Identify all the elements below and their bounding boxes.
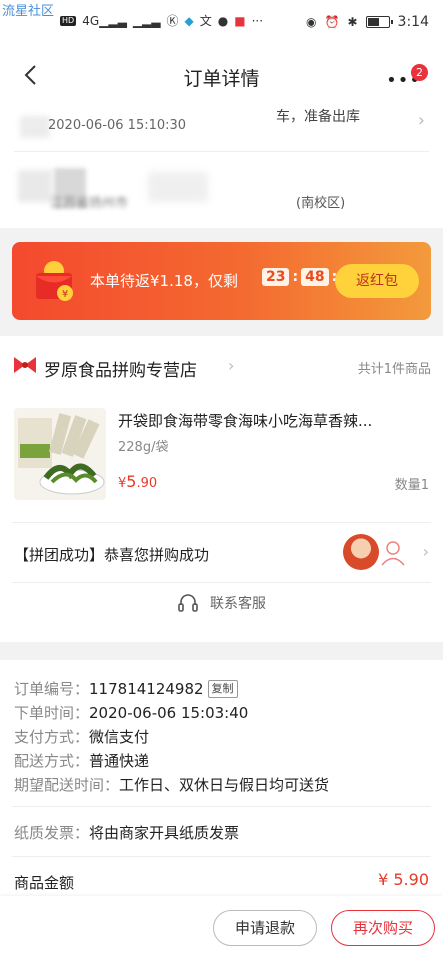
invoice-row: 纸质发票：将由商家开具纸质发票 <box>14 822 239 843</box>
amount-label: 商品金额 <box>14 874 75 892</box>
amount-value: ¥ 5.90 <box>378 870 429 889</box>
eye-icon: ◉ <box>306 15 317 29</box>
more-dots-icon: ··· <box>251 14 264 28</box>
order-time-label: 下单时间： <box>14 704 90 722</box>
shop-header[interactable]: 罗原食品拼购专营店 › 共计1件商品 <box>12 348 431 388</box>
contact-support-label: 联系客服 <box>210 596 267 612</box>
battery-icon <box>365 16 393 28</box>
rebuy-button[interactable]: 再次购买 <box>331 910 435 946</box>
status-time: 3:14 <box>397 14 429 30</box>
chevron-right-icon: › <box>417 110 425 131</box>
divider <box>12 806 431 807</box>
invoice-value: 将由商家开具纸质发票 <box>89 824 240 842</box>
red-envelope-icon: ¥ <box>36 261 73 301</box>
signal-icon: ▁▂▃ <box>132 14 161 28</box>
app-icon: ■ <box>234 14 246 28</box>
order-number-value: 117814124982 <box>89 680 204 698</box>
bow-icon <box>14 357 36 373</box>
avatar <box>343 534 379 570</box>
refund-button[interactable]: 申请退款 <box>213 910 317 946</box>
return-red-packet-button[interactable]: 返红包 <box>335 264 419 298</box>
divider <box>12 856 431 857</box>
divider <box>12 582 431 583</box>
delivery-method-label: 配送方式： <box>14 752 90 770</box>
delivery-method-value: 普通快递 <box>89 752 150 770</box>
order-info-section: 订单编号：117814124982 复制 下单时间：2020-06-06 15:0… <box>0 660 443 910</box>
signal-4g-icon: 4G▁▂▃ <box>82 14 127 28</box>
chat-icon: ● <box>217 14 229 28</box>
price-integer: 5 <box>126 472 137 491</box>
copy-button[interactable]: 复制 <box>207 680 238 698</box>
shop-card: 罗原食品拼购专营店 › 共计1件商品 开袋即食海带零食海味小吃海草香辣... 2… <box>0 336 443 642</box>
watermark: 流星社区 <box>2 4 55 19</box>
blurred-region <box>18 170 52 202</box>
delivery-time-row: 期望配送时间：工作日、双休日与假日均可送货 <box>14 774 329 795</box>
headset-icon <box>178 594 198 612</box>
group-buy-row[interactable]: 【拼团成功】恭喜您拼购成功 › <box>14 532 429 576</box>
bottom-action-bar: 申请退款 再次购买 <box>0 896 443 960</box>
chevron-right-icon: › <box>422 542 429 561</box>
logistics-status-tail: 车，准备出库 <box>276 109 360 125</box>
order-time-value: 2020-06-06 15:03:40 <box>89 704 249 722</box>
countdown-minutes: 48 <box>301 268 329 286</box>
status-right-icons: ◉ ⏰ ✱ 3:14 <box>306 14 429 30</box>
logistics-time: 2020-06-06 15:10:30 <box>48 118 187 133</box>
chevron-right-icon: › <box>228 356 235 375</box>
address-head: 江苏省扬州市 <box>50 196 129 211</box>
k-app-icon: Ⓚ <box>166 14 179 28</box>
rebate-text: 本单待返¥1.18，仅剩 <box>90 272 238 290</box>
payment-method-value: 微信支付 <box>89 728 150 746</box>
countdown-separator: : <box>292 269 299 285</box>
blurred-region <box>148 172 208 202</box>
divider <box>14 151 429 152</box>
order-number-row: 订单编号：117814124982 复制 <box>14 678 238 699</box>
product-price: ¥5.90 <box>118 472 157 491</box>
product-title[interactable]: 开袋即食海带零食海味小吃海草香辣... <box>118 410 418 431</box>
product-image[interactable] <box>14 408 106 500</box>
translate-icon: 文 <box>199 14 212 28</box>
logistics-section[interactable]: 2020-06-06 15:10:30 车，准备出库 › 江苏省扬州市 (南校区… <box>0 106 443 228</box>
delivery-time-label: 期望配送时间： <box>14 776 120 794</box>
rebate-banner: ¥ 本单待返¥1.18，仅剩 23 : 48 : 53 返红包 <box>12 242 431 320</box>
payment-method-label: 支付方式： <box>14 728 90 746</box>
notification-badge: 2 <box>411 64 428 81</box>
group-buy-text: 【拼团成功】恭喜您拼购成功 <box>14 546 210 564</box>
countdown-hours: 23 <box>262 268 290 286</box>
blurred-region <box>20 116 50 138</box>
invoice-label: 纸质发票： <box>14 824 90 842</box>
price-decimal: .90 <box>136 476 158 491</box>
divider <box>12 522 431 523</box>
product-spec: 228g/袋 <box>118 440 169 455</box>
order-number-label: 订单编号： <box>14 680 90 698</box>
order-time-row: 下单时间：2020-06-06 15:03:40 <box>14 702 248 723</box>
payment-method-row: 支付方式：微信支付 <box>14 726 149 747</box>
delivery-time-value: 工作日、双休日与假日均可送货 <box>119 776 330 794</box>
delivery-method-row: 配送方式：普通快递 <box>14 750 149 771</box>
product-quantity: 数量1 <box>394 478 429 493</box>
seaweed-product-icon <box>18 413 105 495</box>
placeholder-avatar-icon <box>381 541 405 566</box>
bluetooth-icon: ✱ <box>347 15 358 29</box>
page-title: 订单详情 <box>183 68 260 90</box>
contact-support-button[interactable]: 联系客服 <box>0 592 443 628</box>
address-tail: (南校区) <box>296 196 346 211</box>
fish-app-icon: ◆ <box>184 14 194 28</box>
status-bar: HD 4G▁▂▃ ▁▂▃ Ⓚ ◆ 文 ● ■ ··· ◉ ⏰ ✱ 3:14 <box>0 0 443 44</box>
nav-bar: 订单详情 ••• 2 <box>0 44 443 106</box>
envelope-yen-symbol: ¥ <box>62 289 68 300</box>
shop-name: 罗原食品拼购专营店 <box>44 361 197 381</box>
hd-icon: HD <box>60 16 77 26</box>
status-left-icons: HD 4G▁▂▃ ▁▂▃ Ⓚ ◆ 文 ● ■ ··· <box>60 14 263 28</box>
alarm-icon: ⏰ <box>324 15 340 29</box>
item-count: 共计1件商品 <box>357 362 431 377</box>
